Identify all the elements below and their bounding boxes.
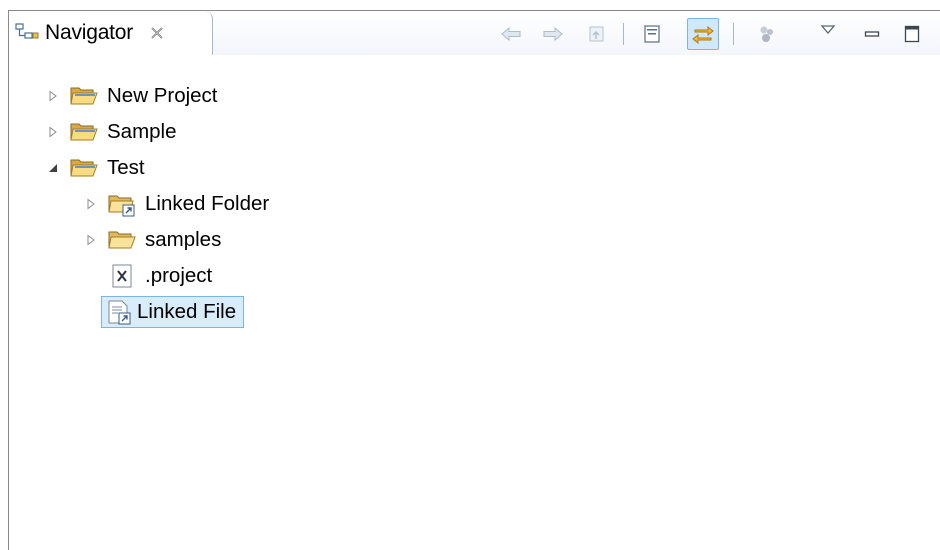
tree-item-project-file[interactable]: .project [83,259,220,293]
tree-item-sample[interactable]: Sample [45,115,185,149]
linked-file-icon [104,298,134,326]
expand-icon[interactable] [45,88,61,104]
filters-button[interactable] [753,19,781,49]
link-with-editor-toggle[interactable] [687,18,719,50]
tree-item-linked-file[interactable]: Linked File [83,295,245,329]
project-folder-icon [69,118,99,146]
toolbar-separator [623,23,624,45]
tree-item-label: Sample [107,120,177,143]
tree-item-label: Linked Folder [145,192,270,215]
filters-icon [758,24,776,44]
minimize-button[interactable] [861,19,883,49]
expand-icon[interactable] [45,124,61,140]
project-folder-icon [69,82,99,110]
maximize-button[interactable] [901,19,923,49]
forward-arrow-icon [542,26,564,42]
tree-item-label: samples [145,228,222,251]
minimize-icon [864,29,880,39]
link-with-editor-icon [691,23,715,45]
tree-item-label: New Project [107,84,218,107]
navigator-icon [15,22,39,44]
tree-item-label: Linked File [137,300,237,323]
tree-item-test[interactable]: Test [45,151,153,185]
expand-icon[interactable] [83,232,99,248]
xml-file-icon [107,262,137,290]
up-folder-icon [587,24,607,44]
folder-icon [107,226,137,254]
up-button[interactable] [583,19,611,49]
close-icon[interactable] [149,25,165,41]
back-button[interactable] [497,19,525,49]
tree-item-label: .project [145,264,213,287]
project-folder-icon [69,154,99,182]
view-menu-button[interactable] [817,15,839,45]
expand-icon[interactable] [83,196,99,212]
collapse-all-button[interactable] [637,19,667,49]
tree-item-label: Test [107,156,145,179]
tree-item-samples[interactable]: samples [83,223,229,257]
collapse-all-icon [642,24,662,44]
view-menu-icon [820,24,836,36]
no-twisty [83,268,99,284]
collapse-icon[interactable] [45,160,61,176]
navigator-view: Navigator New Project Sample Test Linked… [8,10,940,550]
linked-folder-icon [107,190,137,218]
maximize-icon [904,25,920,43]
back-arrow-icon [500,26,522,42]
tab-navigator[interactable]: Navigator [9,11,213,55]
selection-highlight: Linked File [101,296,245,328]
no-twisty [83,304,99,320]
tree-item-linked-folder[interactable]: Linked Folder [83,187,277,221]
view-title: Navigator [45,21,134,44]
forward-button[interactable] [539,19,567,49]
tree-item-new-project[interactable]: New Project [45,79,226,113]
view-tab-bar: Navigator [9,11,940,55]
toolbar-separator [733,23,734,45]
